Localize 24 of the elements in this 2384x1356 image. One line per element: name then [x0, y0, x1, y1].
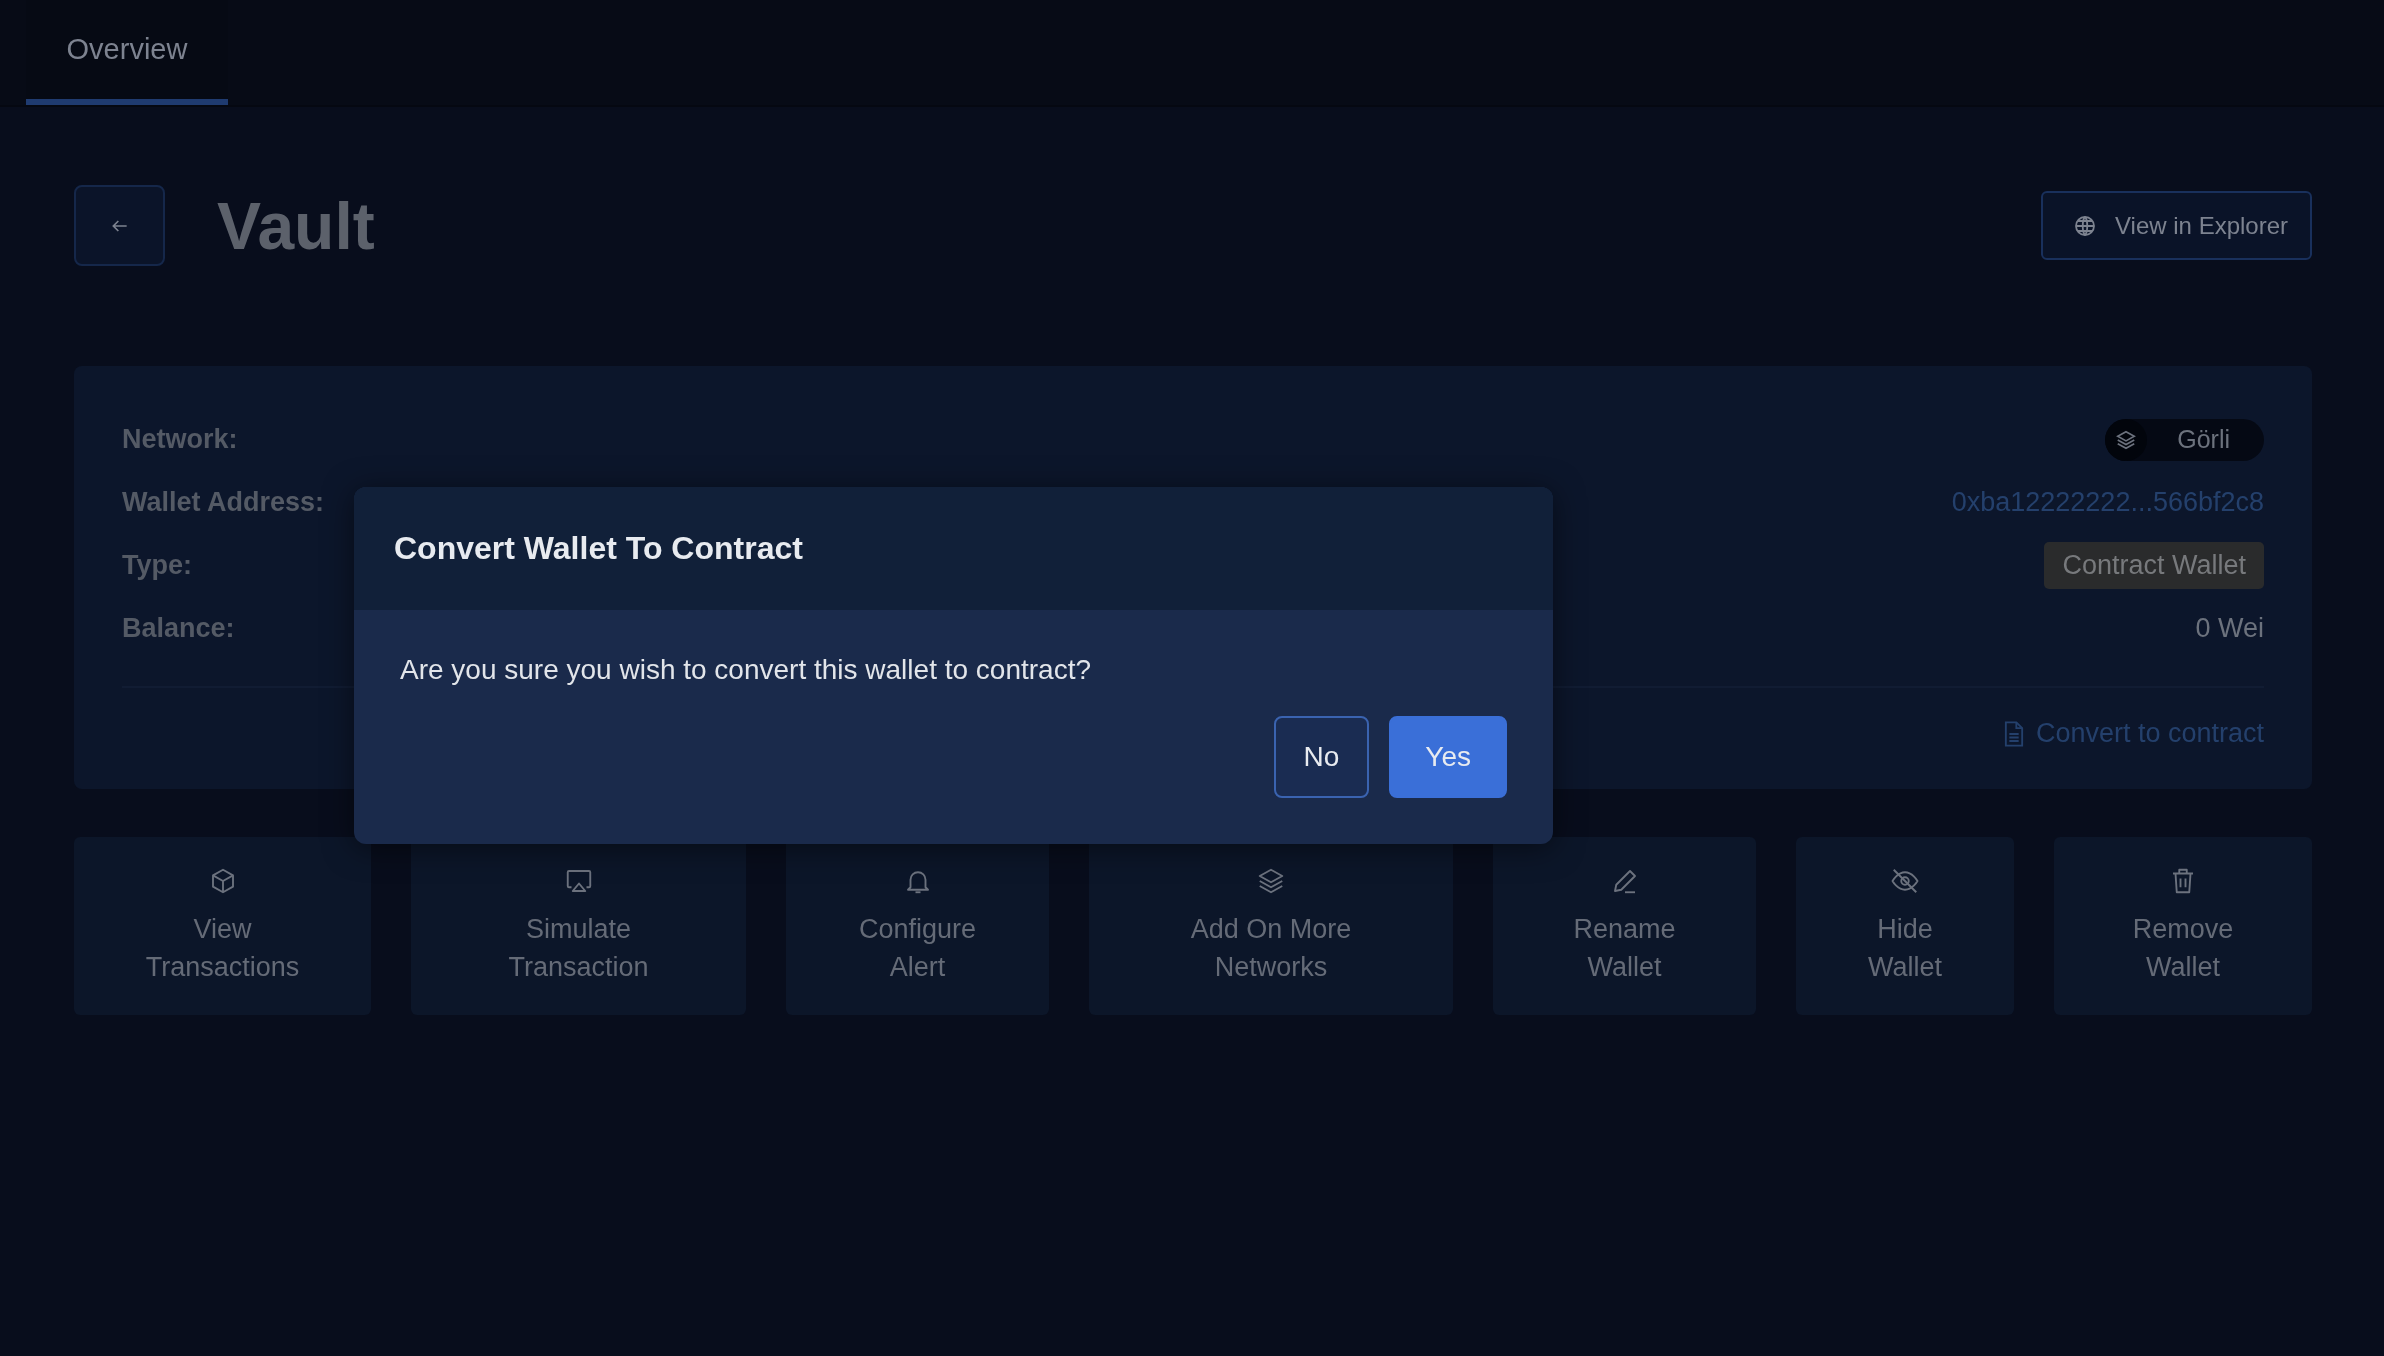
cancel-button[interactable]: No [1273, 716, 1370, 798]
detail-label: Balance: [122, 613, 235, 644]
detail-label: Network: [122, 424, 238, 455]
confirm-button[interactable]: Yes [1389, 716, 1507, 798]
detail-label: Type: [122, 550, 192, 581]
eye-slash-icon [1890, 866, 1920, 896]
page-title: Vault [217, 187, 376, 264]
detail-label: Wallet Address: [122, 487, 325, 518]
globe-icon [2073, 213, 2098, 238]
convert-to-contract-link[interactable]: Convert to contract [2001, 718, 2264, 749]
layers-icon [2115, 428, 2138, 451]
action-button[interactable]: Rename Wallet [1493, 837, 1756, 1015]
action-button[interactable]: Remove Wallet [2054, 837, 2312, 1015]
network-name: Görli [2177, 425, 2230, 454]
wallet-type-tag: Contract Wallet [2044, 542, 2264, 589]
balance-value: 0 Wei [2195, 613, 2264, 644]
back-button[interactable] [74, 185, 165, 266]
dialog-title: Convert Wallet To Contract [394, 530, 803, 567]
action-button[interactable]: View Transactions [74, 837, 371, 1015]
action-button[interactable]: Hide Wallet [1796, 837, 2014, 1015]
layers-icon [1256, 866, 1286, 896]
view-in-explorer-button[interactable]: View in Explorer [2041, 191, 2312, 260]
wallet-address-link[interactable]: 0xba12222222...566bf2c8 [1951, 487, 2264, 518]
dialog-message: Are you sure you wish to convert this wallet to contract? [400, 654, 1092, 686]
